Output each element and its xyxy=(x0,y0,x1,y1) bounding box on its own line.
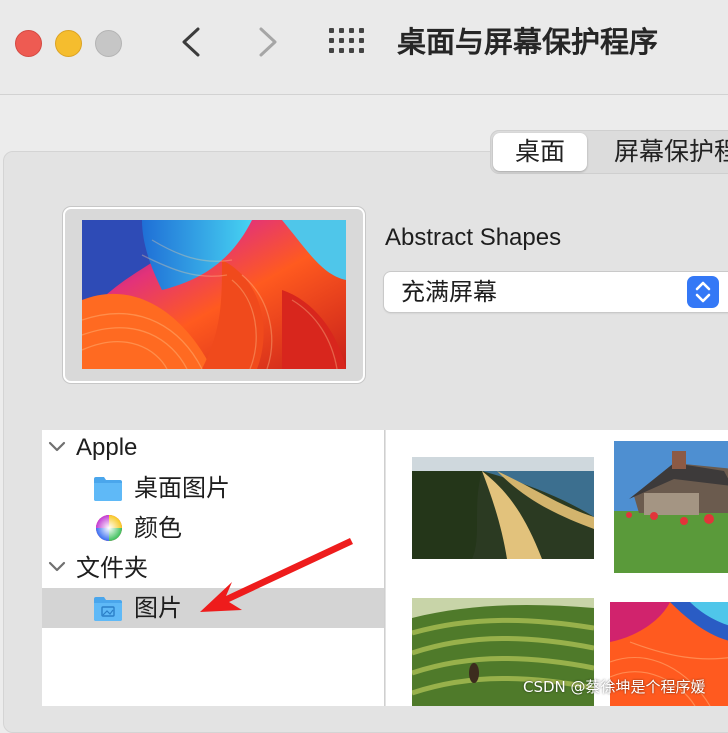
thumbnail-item[interactable] xyxy=(614,441,728,573)
group-label: 文件夹 xyxy=(76,554,148,582)
chevron-down-icon xyxy=(48,561,66,572)
close-window-button[interactable] xyxy=(15,30,42,57)
watermark: CSDN @蔡徐坤是个程序媛 xyxy=(523,678,706,696)
select-stepper[interactable] xyxy=(687,276,719,308)
back-button[interactable] xyxy=(172,22,212,62)
show-all-button[interactable] xyxy=(328,27,366,55)
zoom-window-button[interactable] xyxy=(95,30,122,57)
chevron-down-icon xyxy=(48,441,66,452)
dune-coast-thumbnail xyxy=(412,457,594,559)
wallpaper-name: Abstract Shapes xyxy=(385,224,562,251)
group-apple[interactable]: Apple xyxy=(42,428,384,468)
sidebar-item-label: 桌面图片 xyxy=(134,474,230,502)
grid-icon xyxy=(329,28,364,53)
group-label: Apple xyxy=(76,434,138,461)
tab-desktop[interactable]: 桌面 xyxy=(493,133,587,171)
red-arrow-annotation xyxy=(200,538,353,612)
tab-bar: 桌面 屏幕保护程 xyxy=(490,130,728,174)
up-down-chevron-icon xyxy=(695,281,711,303)
minimize-window-button[interactable] xyxy=(55,30,82,57)
stone-house-thumbnail xyxy=(614,441,728,573)
tab-screensaver[interactable]: 屏幕保护程 xyxy=(614,130,728,174)
pictures-folder-icon xyxy=(94,597,122,621)
sidebar-item-label: 图片 xyxy=(134,594,182,622)
title-bar: 桌面与屏幕保护程序 xyxy=(0,0,728,95)
folder-icon xyxy=(94,477,122,501)
chevron-right-icon xyxy=(259,27,277,57)
abstract-shapes-preview-image xyxy=(82,220,346,369)
fill-mode-value: 充满屏幕 xyxy=(401,278,497,306)
color-wheel-icon xyxy=(96,515,122,541)
forward-button[interactable] xyxy=(247,22,287,62)
fill-mode-select[interactable]: 充满屏幕 xyxy=(384,272,728,312)
sidebar-item-desktop-pictures[interactable]: 桌面图片 xyxy=(42,468,384,508)
sidebar-item-label: 颜色 xyxy=(134,514,182,542)
wallpaper-preview xyxy=(63,207,365,383)
window-title: 桌面与屏幕保护程序 xyxy=(397,25,659,59)
thumbnail-item[interactable] xyxy=(412,457,594,559)
chevron-left-icon xyxy=(182,27,200,57)
wallpaper-grid xyxy=(386,430,728,706)
